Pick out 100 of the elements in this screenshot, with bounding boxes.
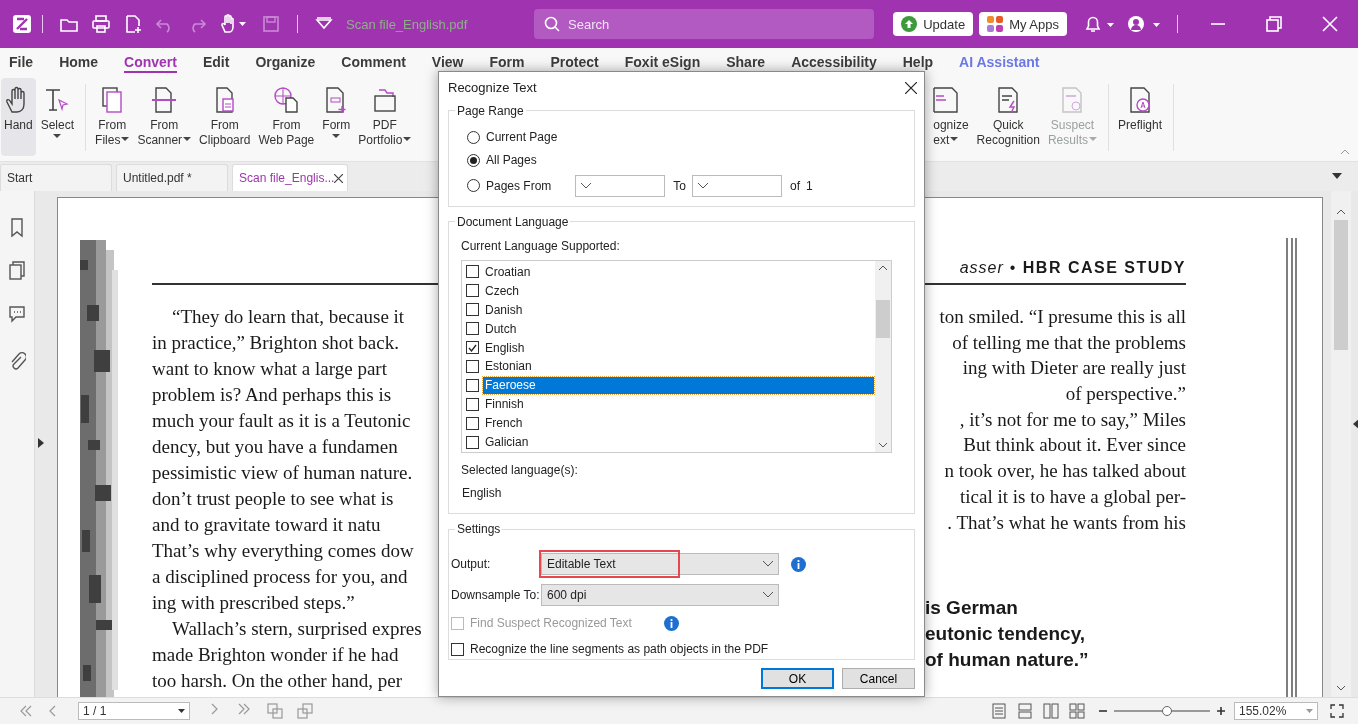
- ribbon-button[interactable]: PDF Portfolio: [355, 78, 415, 156]
- vertical-scrollbar[interactable]: [1331, 191, 1351, 697]
- checkbox[interactable]: [466, 303, 479, 317]
- ribbon-button[interactable]: From Scanner: [134, 78, 195, 156]
- menu-tab[interactable]: Organize: [255, 55, 316, 70]
- comment-icon[interactable]: [8, 304, 26, 324]
- page-number-field[interactable]: 1 / 1: [78, 702, 190, 720]
- pages-icon[interactable]: [8, 261, 26, 281]
- checkbox[interactable]: [466, 397, 479, 411]
- scroll-up-icon[interactable]: [879, 264, 887, 270]
- menu-tab[interactable]: Foxit eSign: [624, 55, 701, 70]
- checkbox[interactable]: [466, 416, 479, 430]
- continuous-facing-icon[interactable]: [1069, 703, 1085, 719]
- checkbox[interactable]: [466, 378, 479, 392]
- list-item[interactable]: Faeroese: [483, 376, 874, 394]
- checkbox[interactable]: [466, 360, 479, 373]
- checkbox[interactable]: [451, 642, 464, 656]
- list-item[interactable]: Finnish: [483, 395, 874, 413]
- menu-tab[interactable]: Accessibility: [791, 55, 877, 70]
- menu-tab[interactable]: Share: [726, 55, 766, 70]
- body-text-line: ing with prescribed steps.”: [152, 591, 356, 615]
- continuous-page-icon[interactable]: [1017, 703, 1033, 719]
- menu-tab[interactable]: Home: [59, 55, 99, 70]
- ribbon-button[interactable]: Preflight: [1114, 78, 1165, 156]
- downsample-dropdown[interactable]: 600 dpi: [541, 584, 779, 606]
- radio-option[interactable]: All Pages: [467, 153, 537, 167]
- scroll-down-icon[interactable]: [1337, 686, 1345, 691]
- close-icon[interactable]: [905, 81, 917, 94]
- list-scrollbar[interactable]: [875, 260, 891, 452]
- toolbar-button[interactable]: Update: [893, 12, 974, 36]
- collapse-ribbon-icon[interactable]: [1340, 149, 1350, 155]
- restore-icon[interactable]: [1264, 14, 1284, 34]
- menu-tab[interactable]: Convert: [124, 55, 177, 73]
- menu-tab[interactable]: Edit: [202, 55, 230, 70]
- dialog-button[interactable]: Cancel: [842, 668, 915, 689]
- scroll-up-icon[interactable]: [1337, 209, 1345, 214]
- attachment-icon[interactable]: [8, 351, 26, 371]
- checkbox[interactable]: [466, 341, 479, 355]
- checkbox[interactable]: [466, 284, 479, 298]
- bookmark-icon[interactable]: [8, 218, 26, 238]
- user-caret-icon[interactable]: [1127, 14, 1163, 34]
- scroll-down-icon[interactable]: [879, 442, 887, 448]
- menu-tab[interactable]: Help: [902, 55, 934, 70]
- menu-tab[interactable]: View: [431, 55, 464, 70]
- menu-tab[interactable]: File: [9, 55, 34, 70]
- checkbox-option[interactable]: Recognize the line segments as path objects in the PDF: [451, 642, 769, 656]
- list-item[interactable]: Danish: [483, 301, 874, 319]
- tab-list-caret-icon[interactable]: [1332, 173, 1342, 179]
- ribbon-button[interactable]: From Web Page: [255, 78, 318, 156]
- menu-tab[interactable]: Form: [489, 55, 525, 70]
- checkbox[interactable]: [466, 265, 479, 279]
- group-label: Page Range: [456, 103, 525, 118]
- hand-icon[interactable]: [219, 14, 249, 34]
- document-tab[interactable]: Scan file_Englis...: [232, 164, 348, 191]
- bell-caret-icon[interactable]: [1083, 14, 1117, 34]
- list-item[interactable]: Estonian: [483, 358, 874, 375]
- ribbon-button[interactable]: Select: [37, 78, 78, 156]
- menu-tab[interactable]: Comment: [341, 55, 406, 70]
- document-tab[interactable]: Untitled.pdf *: [116, 164, 228, 191]
- slider-thumb[interactable]: [1161, 706, 1172, 716]
- page-from-field[interactable]: [575, 174, 666, 197]
- ribbon-button[interactable]: Quick Recognition: [973, 78, 1043, 156]
- facing-pages-icon[interactable]: [1043, 703, 1059, 719]
- ribbon-button[interactable]: ognize ext: [932, 78, 972, 156]
- pull-quote-line: is German: [925, 596, 1018, 621]
- scrollbar-thumb[interactable]: [1334, 220, 1348, 350]
- page-to-field[interactable]: [692, 174, 783, 197]
- menu-tab[interactable]: AI Assistant: [959, 55, 1040, 70]
- group-label: Settings: [456, 522, 502, 536]
- radio-option[interactable]: Current Page: [467, 130, 558, 144]
- body-text-line: “They do learn that, because it: [171, 305, 406, 329]
- list-item[interactable]: Galician: [483, 433, 874, 451]
- dialog-button[interactable]: OK: [761, 668, 834, 689]
- list-item[interactable]: French: [483, 414, 874, 432]
- scrollbar-thumb[interactable]: [876, 299, 890, 338]
- close-icon[interactable]: [334, 173, 344, 183]
- print-icon[interactable]: [91, 14, 111, 34]
- output-dropdown[interactable]: Editable Text: [541, 553, 779, 575]
- ribbon-button[interactable]: From Files: [92, 78, 133, 156]
- ribbon-button[interactable]: Form: [319, 78, 354, 156]
- zoom-in-icon[interactable]: [1216, 706, 1226, 716]
- list-item[interactable]: Croatian: [483, 263, 874, 281]
- toolbar-button[interactable]: My Apps: [979, 12, 1067, 36]
- list-item[interactable]: Dutch: [483, 320, 874, 338]
- ribbon-button[interactable]: Hand: [1, 78, 36, 156]
- radio-option[interactable]: Pages From: [467, 178, 552, 193]
- info-icon[interactable]: [791, 556, 806, 572]
- checkbox[interactable]: [466, 435, 479, 449]
- collapse-panel-icon[interactable]: [1353, 419, 1358, 429]
- first-page-icon[interactable]: [19, 705, 33, 717]
- zoom-field[interactable]: 155.02%: [1234, 702, 1318, 720]
- new-document-icon[interactable]: [123, 14, 143, 34]
- document-tab[interactable]: Start: [0, 164, 112, 191]
- fullscreen-icon[interactable]: [1330, 704, 1344, 718]
- expand-panel-icon[interactable]: [38, 438, 44, 448]
- menu-tab[interactable]: Protect: [550, 55, 599, 70]
- list-item[interactable]: English: [483, 339, 874, 357]
- checkbox[interactable]: [466, 322, 479, 336]
- list-item[interactable]: Czech: [483, 282, 874, 300]
- ribbon-button[interactable]: From Clipboard: [196, 78, 254, 156]
